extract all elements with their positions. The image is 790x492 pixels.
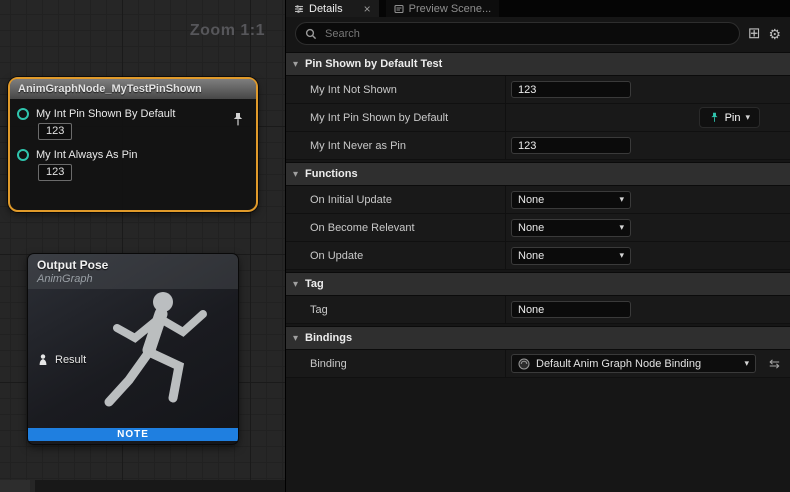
section-header[interactable]: ▾ Pin Shown by Default Test [286,52,790,76]
section-title: Bindings [305,332,352,344]
chevron-down-icon: ▾ [744,358,749,369]
property-value [506,76,790,103]
property-row: Tag [286,296,790,324]
property-row: On Update None ▾ [286,242,790,270]
section-functions: ▾ Functions On Initial Update None ▾ On … [286,162,790,270]
chevron-down-icon: ▾ [293,279,298,290]
dropdown-value: None [518,222,544,234]
search-input[interactable] [323,27,730,41]
pin-icon [709,112,720,123]
property-row: My Int Never as Pin [286,132,790,160]
property-value [506,296,790,323]
tab-close-icon[interactable]: × [364,3,371,15]
section-bindings: ▾ Bindings Binding Default Anim Graph No… [286,326,790,378]
preview-scene-tab-icon [394,4,404,14]
property-row: On Initial Update None ▾ [286,186,790,214]
section-header[interactable]: ▾ Bindings [286,326,790,350]
mannequin-image [83,284,238,429]
search-row: ⊞ ⚙ [286,17,790,50]
function-dropdown[interactable]: None ▾ [511,191,631,209]
settings-gear-icon[interactable]: ⚙ [768,27,781,41]
details-panel: Details × Preview Scene... ⊞ ⚙ ▾ Pin Sho… [285,0,790,492]
pin-button-label: Pin [725,112,741,124]
pin-value-field[interactable]: 123 [38,164,72,181]
property-row: My Int Pin Shown by Default Pin ▾ [286,104,790,132]
property-label: On Initial Update [286,186,506,213]
property-value: Default Anim Graph Node Binding ▾ ⇆ [506,350,790,377]
note-badge[interactable]: NOTE [28,428,238,441]
section-tag: ▾ Tag Tag [286,272,790,324]
section-pin-shown-by-default-test: ▾ Pin Shown by Default Test My Int Not S… [286,52,790,160]
property-label: On Become Relevant [286,214,506,241]
int-value-field[interactable] [511,81,631,98]
pin-value-field[interactable]: 123 [38,123,72,140]
property-label: Binding [286,350,506,377]
int-pin-icon[interactable] [17,149,29,161]
reset-to-default-icon[interactable]: ⇆ [769,357,780,370]
tab-bar: Details × Preview Scene... [286,0,790,17]
property-label: My Int Pin Shown by Default [286,104,506,131]
node-title: Output Pose [37,258,229,272]
int-pin-icon[interactable] [17,108,29,120]
int-value-field[interactable] [511,137,631,154]
chevron-down-icon: ▾ [619,250,624,261]
property-value: None ▾ [506,242,790,269]
property-label: Tag [286,296,506,323]
section-title: Tag [305,278,324,290]
chevron-down-icon: ▾ [619,194,624,205]
chevron-down-icon: ▾ [293,333,298,344]
zoom-level-label: Zoom 1:1 [190,22,265,40]
tab-details[interactable]: Details × [286,0,379,17]
section-title: Functions [305,168,358,180]
details-tab-icon [294,4,304,14]
binding-value: Default Anim Graph Node Binding [536,358,701,370]
function-dropdown[interactable]: None ▾ [511,247,631,265]
section-title: Pin Shown by Default Test [305,58,442,70]
chevron-down-icon: ▾ [293,169,298,180]
tab-label: Preview Scene... [409,3,492,15]
binding-icon [518,358,530,370]
function-dropdown[interactable]: None ▾ [511,219,631,237]
property-value: Pin ▾ [506,104,790,131]
canvas-bottom-corner [0,480,30,492]
pin-row: My Int Always As Pin [17,149,256,161]
graph-canvas[interactable]: Zoom 1:1 AnimGraphNode_MyTestPinShown My… [0,0,285,492]
pin-visibility-button[interactable]: Pin ▾ [699,107,760,128]
canvas-bottom-strip [35,480,285,492]
pin-label: My Int Always As Pin [36,149,137,161]
binding-dropdown[interactable]: Default Anim Graph Node Binding ▾ [511,354,756,373]
pin-label: My Int Pin Shown By Default [36,108,175,120]
section-header[interactable]: ▾ Functions [286,162,790,186]
chevron-down-icon: ▾ [745,112,750,123]
output-pose-node[interactable]: Output Pose AnimGraph Result NOTE [27,253,239,445]
node-title[interactable]: AnimGraphNode_MyTestPinShown [10,79,256,99]
property-value: None ▾ [506,214,790,241]
property-row: My Int Not Shown [286,76,790,104]
property-label: My Int Never as Pin [286,132,506,159]
search-icon [305,28,317,40]
property-label: On Update [286,242,506,269]
property-row: Binding Default Anim Graph Node Binding … [286,350,790,378]
pose-pin-icon[interactable] [37,354,49,366]
chevron-down-icon: ▾ [293,59,298,70]
anim-graph-test-node[interactable]: AnimGraphNode_MyTestPinShown My Int Pin … [8,77,258,212]
dropdown-value: None [518,250,544,262]
chevron-down-icon: ▾ [619,222,624,233]
property-value [506,132,790,159]
tab-label: Details [309,3,343,15]
search-box[interactable] [295,22,740,45]
result-label: Result [55,354,86,366]
property-label: My Int Not Shown [286,76,506,103]
thumbtack-icon[interactable] [231,112,245,127]
result-pin-row: Result [37,354,86,366]
property-row: On Become Relevant None ▾ [286,214,790,242]
column-view-icon[interactable]: ⊞ [748,26,761,41]
tag-value-field[interactable] [511,301,631,318]
property-value: None ▾ [506,186,790,213]
tab-preview-scene[interactable]: Preview Scene... [386,0,500,17]
pin-row: My Int Pin Shown By Default [17,108,256,120]
section-header[interactable]: ▾ Tag [286,272,790,296]
dropdown-value: None [518,194,544,206]
